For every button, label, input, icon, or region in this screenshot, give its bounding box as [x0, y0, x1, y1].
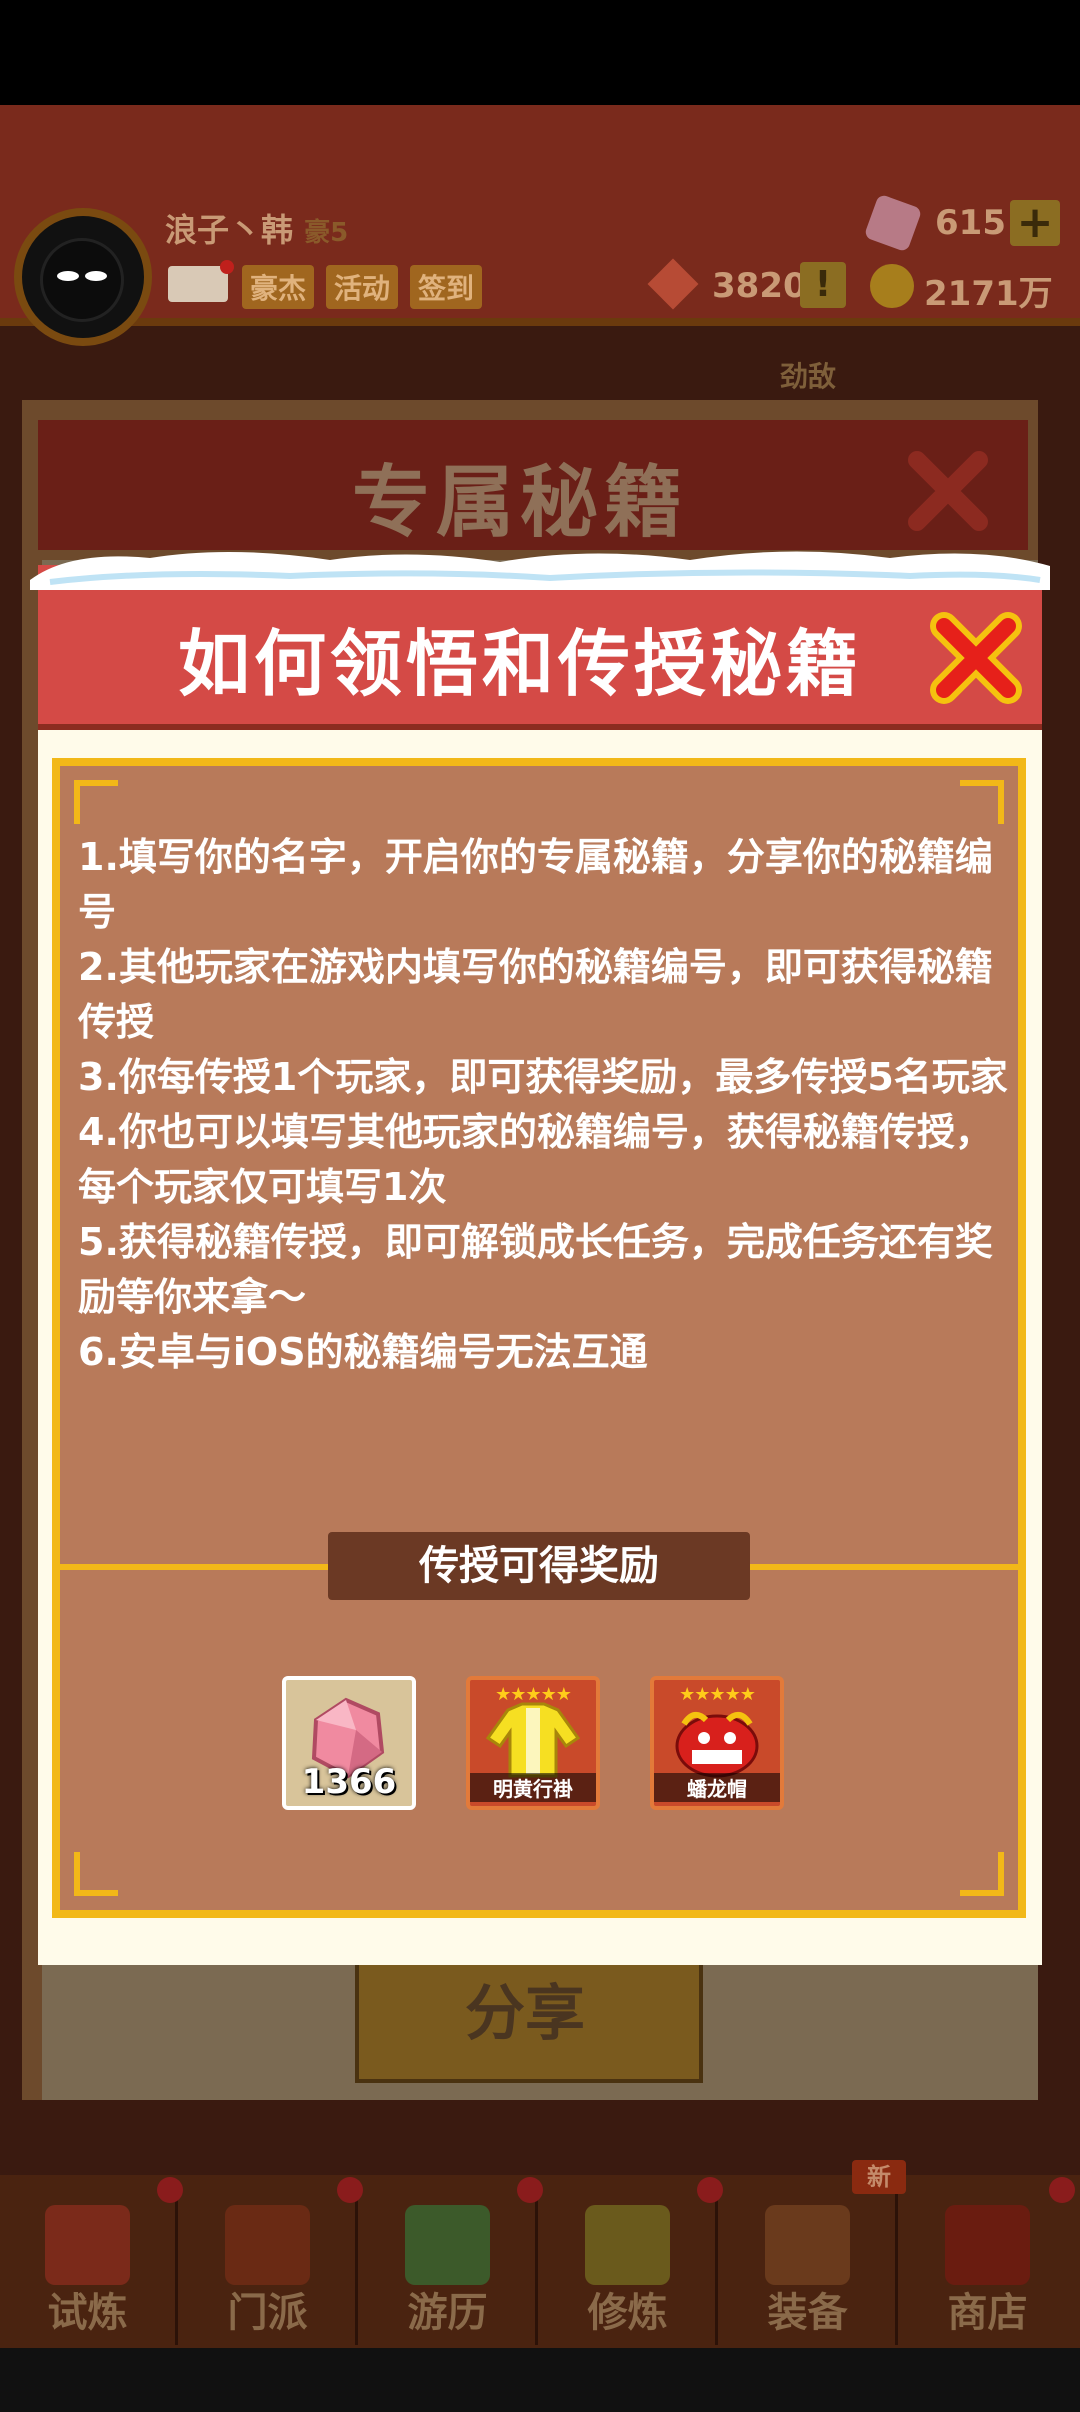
equipment-icon — [765, 2205, 850, 2285]
nav-tab-sect[interactable]: 门派 — [180, 2177, 363, 2345]
background-close-icon — [908, 451, 988, 531]
travel-icon — [405, 2205, 490, 2285]
add-gems-button[interactable]: + — [1010, 200, 1060, 246]
top-bar-edge — [0, 318, 1080, 326]
power-count: 3820 — [712, 266, 807, 306]
gem-count: 615 — [935, 203, 1006, 243]
rule-item: 1.填写你的名字，开启你的专属秘籍，分享你的秘籍编号 — [78, 835, 993, 934]
notification-dot — [1049, 2177, 1075, 2203]
player-name: 浪子丶韩 — [165, 211, 294, 249]
rule-item: 5.获得秘籍传授，即可解锁成长任务，完成任务还有奖励等你来拿～ — [78, 1220, 993, 1319]
nav-tab-trial[interactable]: 试炼 — [0, 2177, 183, 2345]
enemy-label[interactable]: 劲敌 — [780, 355, 836, 395]
snow-decoration — [30, 551, 1050, 590]
reward-item-robe[interactable]: ★★★★★ 明黄行褂 — [466, 1676, 600, 1810]
cultivate-icon — [585, 2205, 670, 2285]
nav-label: 装备 — [767, 2290, 848, 2336]
coin-count: 2171万 — [924, 274, 1053, 314]
frame-corner — [960, 1852, 1004, 1896]
rule-item: 2.其他玩家在游戏内填写你的秘籍编号，即可获得秘籍传授 — [78, 945, 993, 1044]
reward-caption: 蟠龙帽 — [654, 1773, 780, 1802]
reward-caption: 明黄行褂 — [470, 1773, 596, 1802]
chip-heroes[interactable]: 豪杰 — [242, 265, 315, 309]
background-panel-title: 专属秘籍 — [351, 458, 688, 548]
rules-list: 1.填写你的名字，开启你的专属秘籍，分享你的秘籍编号 2.其他玩家在游戏内填写你… — [78, 830, 1028, 1380]
title-badge: 豪5 — [304, 218, 349, 248]
quick-chips: 豪杰 活动 签到 — [242, 265, 483, 309]
mail-icon[interactable] — [168, 260, 234, 302]
nav-tab-equipment[interactable]: 装备 — [720, 2185, 898, 2345]
reward-header: 传授可得奖励 — [328, 1532, 750, 1600]
trial-icon — [45, 2205, 130, 2285]
player-name-row: 浪子丶韩 豪5 — [165, 205, 348, 251]
nav-label: 试炼 — [47, 2290, 128, 2336]
close-icon[interactable] — [930, 612, 1022, 704]
sect-icon — [225, 2205, 310, 2285]
ninja-face-icon — [40, 238, 124, 322]
reward-item-gems[interactable]: 1366 — [282, 1676, 416, 1810]
nav-tab-travel[interactable]: 游历 — [360, 2177, 543, 2345]
rule-item: 4.你也可以填写其他玩家的秘籍编号，获得秘籍传授，每个玩家仅可填写1次 — [78, 1110, 993, 1209]
shop-icon — [945, 2205, 1030, 2285]
reward-item-dragon-hat[interactable]: ★★★★★ 蟠龙帽 — [650, 1676, 784, 1810]
nav-tab-cultivate[interactable]: 修炼 — [540, 2177, 723, 2345]
nav-label: 商店 — [947, 2290, 1028, 2336]
chip-checkin[interactable]: 签到 — [410, 265, 483, 309]
modal-title: 如何领悟和传授秘籍 — [177, 622, 862, 706]
share-button-label: 分享 — [465, 1979, 585, 2049]
alert-button[interactable]: ! — [800, 262, 846, 308]
reward-caption: 1366 — [301, 1762, 397, 1802]
rule-item: 3.你每传授1个玩家，即可获得奖励，最多传授5名玩家 — [78, 1055, 1008, 1099]
nav-label: 门派 — [227, 2290, 308, 2336]
nav-tab-shop[interactable]: 商店 — [900, 2177, 1075, 2345]
nav-label: 游历 — [407, 2290, 488, 2336]
nav-label: 修炼 — [587, 2290, 668, 2336]
frame-corner — [74, 780, 118, 824]
frame-corner — [960, 780, 1004, 824]
bottom-strip — [0, 2348, 1080, 2412]
new-badge: 新 — [852, 2160, 906, 2194]
coin-icon — [870, 264, 914, 308]
frame-corner — [74, 1852, 118, 1896]
chip-events[interactable]: 活动 — [326, 265, 399, 309]
rule-item: 6.安卓与iOS的秘籍编号无法互通 — [78, 1330, 648, 1374]
